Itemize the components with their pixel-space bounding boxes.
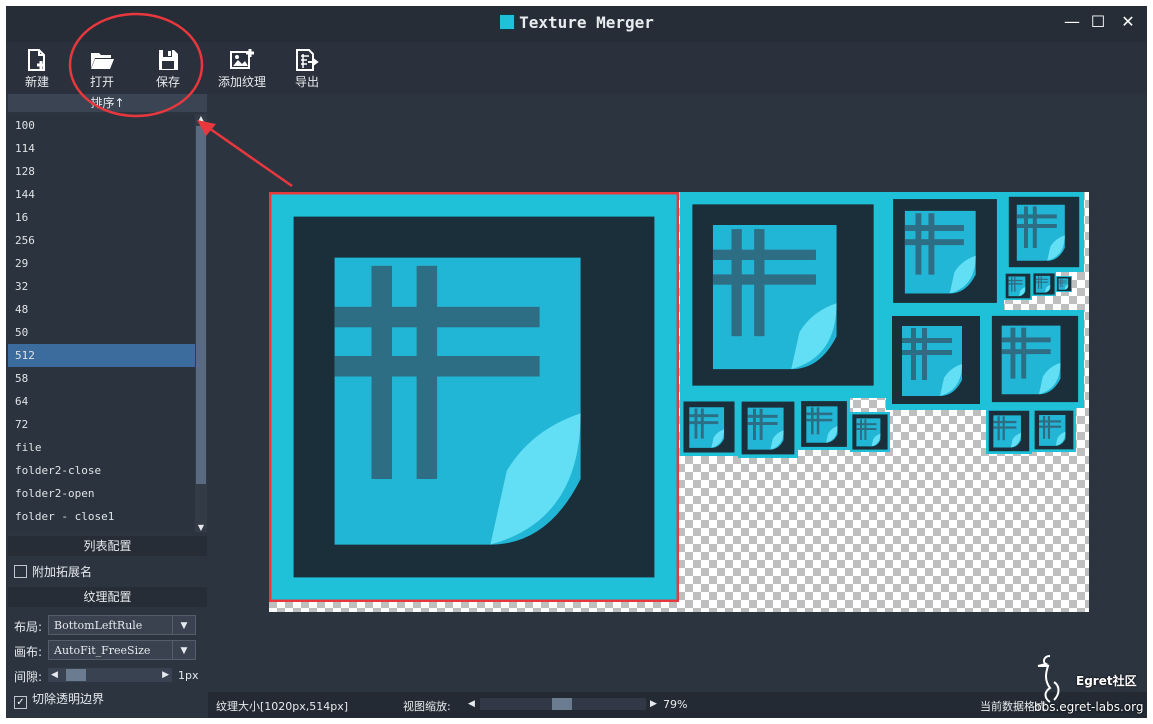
- tex-72-thumbnail[interactable]: [738, 398, 798, 458]
- trim-transparent-checkbox[interactable]: ✓ 切除透明边界: [14, 691, 104, 709]
- append-extension-label: 附加拓展名: [32, 565, 93, 579]
- canvas-select[interactable]: AutoFit_FreeSize ▼: [48, 640, 196, 660]
- scroll-down-icon[interactable]: ▼: [195, 523, 207, 532]
- zoom-value: 79%: [663, 698, 688, 711]
- new-file-icon: [28, 49, 45, 71]
- tex-48-thumbnail[interactable]: [850, 412, 890, 452]
- title-bar: Texture Merger — ☐ ✕: [6, 6, 1147, 42]
- open-button-label: 打开: [89, 75, 114, 89]
- add-texture-button[interactable]: 添加纹理: [214, 46, 270, 92]
- trim-transparent-label: 切除透明边界: [32, 692, 105, 706]
- list-item[interactable]: 64: [8, 390, 195, 413]
- list-item[interactable]: 29: [8, 252, 195, 275]
- tex-32-thumbnail[interactable]: [1032, 272, 1056, 296]
- new-button-label: 新建: [24, 75, 49, 89]
- list-config-header: 列表配置: [8, 536, 207, 556]
- tex-128-thumbnail[interactable]: [886, 310, 986, 410]
- scroll-up-icon[interactable]: ▲: [195, 114, 207, 123]
- tex-144-thumbnail[interactable]: [886, 192, 1004, 310]
- minimize-button[interactable]: —: [1058, 10, 1086, 34]
- gap-slider[interactable]: ◀ ▶: [48, 668, 172, 682]
- list-item[interactable]: 48: [8, 298, 195, 321]
- export-button[interactable]: 导出: [279, 46, 335, 92]
- open-button[interactable]: 打开: [74, 46, 130, 92]
- left-panel: 排序↑ 100 114 128 144 16 256 29 32 48 50 5…: [6, 94, 208, 709]
- texture-config-header: 纹理配置: [8, 587, 207, 607]
- watermark-url: bbs.egret-labs.org: [1034, 700, 1144, 714]
- checkbox-checked-icon[interactable]: ✓: [14, 696, 27, 709]
- texture-sheet[interactable]: [269, 192, 1089, 612]
- append-extension-checkbox[interactable]: 附加拓展名: [14, 564, 92, 580]
- texture-list[interactable]: 100 114 128 144 16 256 29 32 48 50 512 5…: [8, 114, 195, 532]
- folder-open-icon: [91, 53, 114, 69]
- tex-64-thumbnail[interactable]: [798, 398, 850, 450]
- layout-select[interactable]: BottomLeftRule ▼: [48, 615, 196, 635]
- slider-left-arrow-icon[interactable]: ◀: [51, 668, 58, 682]
- sort-header[interactable]: 排序↑: [8, 94, 207, 112]
- tex-114-thumbnail[interactable]: [986, 310, 1084, 408]
- canvas-label: 画布:: [14, 645, 43, 659]
- slider-left-arrow-icon[interactable]: ◀: [468, 697, 475, 711]
- add-image-icon: [230, 49, 254, 69]
- slider-right-arrow-icon[interactable]: ▶: [162, 668, 169, 682]
- list-item[interactable]: 144: [8, 183, 195, 206]
- app-window: Texture Merger — ☐ ✕ 新建 打开 保存 添加纹理 导出 排序…: [6, 6, 1147, 718]
- list-item[interactable]: 50: [8, 321, 195, 344]
- gap-label: 间隙:: [14, 670, 43, 684]
- list-item[interactable]: 32: [8, 275, 195, 298]
- slider-right-arrow-icon[interactable]: ▶: [650, 697, 657, 711]
- list-item-selected[interactable]: 512: [8, 344, 195, 367]
- scrollbar-thumb[interactable]: [196, 126, 206, 484]
- list-item[interactable]: 128: [8, 160, 195, 183]
- layout-value: BottomLeftRule: [54, 619, 143, 632]
- canvas-value: AutoFit_FreeSize: [54, 644, 151, 657]
- tex-100-thumbnail[interactable]: [1004, 192, 1084, 272]
- list-item[interactable]: 58: [8, 367, 195, 390]
- new-button[interactable]: 新建: [9, 46, 65, 92]
- add-texture-button-label: 添加纹理: [217, 75, 266, 89]
- checkbox-unchecked-icon[interactable]: [14, 565, 27, 578]
- list-item[interactable]: 100: [8, 114, 195, 137]
- list-scrollbar[interactable]: ▲ ▼: [195, 114, 207, 532]
- window-title: Texture Merger: [6, 13, 1147, 32]
- list-item[interactable]: 256: [8, 229, 195, 252]
- tex-50-thumbnail[interactable]: [986, 408, 1032, 454]
- gap-slider-thumb[interactable]: [66, 669, 86, 681]
- app-logo-icon: [499, 14, 516, 30]
- save-button-label: 保存: [155, 75, 180, 89]
- floppy-disk-icon: [159, 50, 178, 70]
- list-item[interactable]: folder - close1: [8, 505, 195, 528]
- toolbar: 新建 打开 保存 添加纹理 导出: [6, 42, 1147, 95]
- list-item[interactable]: folder2-close: [8, 459, 195, 482]
- layout-label: 布局:: [14, 620, 43, 634]
- zoom-slider-thumb[interactable]: [552, 698, 572, 710]
- export-button-label: 导出: [294, 75, 319, 89]
- zoom-label: 视图缩放:: [403, 700, 451, 713]
- save-button[interactable]: 保存: [140, 46, 196, 92]
- list-item[interactable]: folder2-open: [8, 482, 195, 505]
- tex-50b-thumbnail[interactable]: [1032, 408, 1076, 452]
- close-button[interactable]: ✕: [1114, 10, 1142, 34]
- zoom-slider[interactable]: ◀ ▶: [468, 697, 658, 711]
- export-icon: [296, 49, 319, 71]
- status-bar: 纹理大小[1020px,514px] 视图缩放: ◀ ▶ 79% 当前数据格式: [208, 692, 1147, 718]
- list-item[interactable]: 72: [8, 413, 195, 436]
- chevron-down-icon[interactable]: ▼: [172, 641, 195, 659]
- tex-58-thumbnail[interactable]: [680, 398, 738, 456]
- list-item[interactable]: 16: [8, 206, 195, 229]
- tex-256-thumbnail[interactable]: [680, 192, 886, 398]
- chevron-down-icon[interactable]: ▼: [172, 616, 195, 634]
- list-item[interactable]: 114: [8, 137, 195, 160]
- tex-16-thumbnail[interactable]: [1056, 276, 1072, 292]
- tex-29-thumbnail[interactable]: [1004, 272, 1032, 300]
- watermark-brand: Egret社区: [1076, 674, 1137, 688]
- maximize-button[interactable]: ☐: [1084, 10, 1112, 34]
- canvas-area[interactable]: [208, 94, 1147, 692]
- tex-512-thumbnail[interactable]: [269, 192, 679, 602]
- gap-value: 1px: [178, 669, 199, 682]
- texture-size-text: 纹理大小[1020px,514px]: [216, 700, 349, 713]
- list-item[interactable]: file: [8, 436, 195, 459]
